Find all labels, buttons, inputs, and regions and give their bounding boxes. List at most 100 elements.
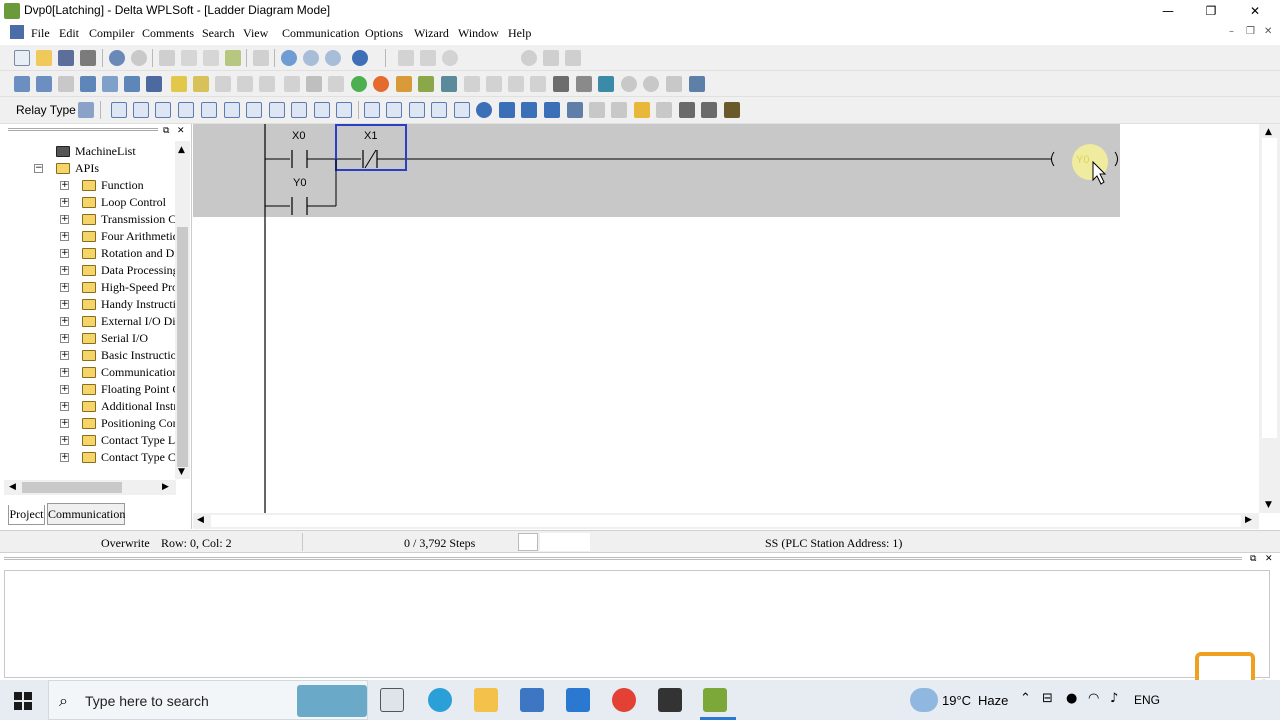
edit-online-icon[interactable] <box>530 76 546 92</box>
menu-comments[interactable]: Comments <box>142 26 194 41</box>
monitor-start-icon[interactable] <box>396 76 412 92</box>
output-area[interactable] <box>4 570 1270 678</box>
tab-project[interactable]: Project <box>8 505 45 525</box>
recorder-icon[interactable] <box>658 688 682 712</box>
save-icon[interactable] <box>58 50 74 66</box>
expand-icon[interactable]: + <box>60 215 69 224</box>
print-icon[interactable] <box>80 50 96 66</box>
info-icon[interactable] <box>442 50 458 66</box>
edit-comment-icon[interactable] <box>102 76 118 92</box>
menu-view[interactable]: View <box>243 26 268 41</box>
weather-condition[interactable]: Haze <box>978 693 1008 708</box>
compile-icon[interactable] <box>398 50 414 66</box>
expand-icon[interactable]: + <box>60 385 69 394</box>
tree-item[interactable]: + Positioning Con <box>4 415 176 432</box>
panel-close-button[interactable]: ✕ <box>177 126 187 136</box>
table-icon[interactable] <box>146 76 162 92</box>
task-view-icon[interactable] <box>380 688 404 712</box>
menu-options[interactable]: Options <box>365 26 403 41</box>
tree-item[interactable]: + High-Speed Pro <box>4 279 176 296</box>
panel-float-button[interactable]: ⧉ <box>163 126 173 136</box>
f8-icon[interactable] <box>269 102 285 118</box>
restore-button[interactable]: ❐ <box>1188 0 1234 22</box>
monitor-stop-icon[interactable] <box>418 76 434 92</box>
paste-icon[interactable] <box>203 50 219 66</box>
weather-temperature[interactable]: 19°C <box>942 693 971 708</box>
tree-item[interactable]: + Basic Instructio <box>4 347 176 364</box>
editor-vertical-thumb[interactable] <box>1262 138 1277 438</box>
tree-item[interactable]: + Handy Instructi <box>4 296 176 313</box>
compare-icon[interactable] <box>284 76 300 92</box>
pid-icon[interactable] <box>499 102 515 118</box>
tree-item[interactable]: + Transmission C <box>4 211 176 228</box>
editor-vertical-scrollbar[interactable]: ▲ ▼ <box>1259 124 1280 513</box>
tree-item[interactable]: + Serial I/O <box>4 330 176 347</box>
chevron-up-icon[interactable]: ⌃ <box>1020 691 1031 706</box>
upload-icon[interactable] <box>215 76 231 92</box>
mcr-icon[interactable] <box>611 102 627 118</box>
tree-item[interactable]: + Additional Instr <box>4 398 176 415</box>
api-icon[interactable] <box>521 102 537 118</box>
store-icon[interactable] <box>520 688 544 712</box>
output-close-button[interactable]: ✕ <box>1265 554 1273 564</box>
write-icon[interactable] <box>193 76 209 92</box>
device-icon[interactable] <box>328 76 344 92</box>
tree-item[interactable]: + Four Arithmetic <box>4 228 176 245</box>
expand-icon[interactable]: + <box>60 351 69 360</box>
align-icon[interactable] <box>689 76 705 92</box>
device-comment-icon[interactable] <box>80 76 96 92</box>
menu-edit[interactable]: Edit <box>59 26 79 41</box>
force-icon[interactable] <box>441 76 457 92</box>
zoom-icon[interactable] <box>281 50 297 66</box>
menu-file[interactable]: File <box>31 26 50 41</box>
vertical-line-icon[interactable] <box>431 102 447 118</box>
tree-item[interactable]: + Communication <box>4 364 176 381</box>
cut-icon[interactable] <box>159 50 175 66</box>
stop-icon[interactable] <box>521 50 537 66</box>
download-icon[interactable] <box>237 76 253 92</box>
f4-contact-icon[interactable] <box>178 102 194 118</box>
expand-icon[interactable]: + <box>60 317 69 326</box>
waveform-icon[interactable] <box>544 102 560 118</box>
relay-type-icon[interactable] <box>78 102 94 118</box>
f3-contact-icon[interactable] <box>155 102 171 118</box>
f12-icon[interactable] <box>336 102 352 118</box>
redo-icon[interactable] <box>131 50 147 66</box>
expand-icon[interactable]: + <box>60 249 69 258</box>
editor-horizontal-thumb[interactable] <box>211 515 1241 527</box>
windows-start-icon[interactable] <box>14 692 32 710</box>
tree-horizontal-thumb[interactable] <box>22 482 122 493</box>
expand-icon[interactable]: + <box>60 368 69 377</box>
expand-icon[interactable]: + <box>60 453 69 462</box>
set-off-icon[interactable] <box>486 76 502 92</box>
tree-vertical-thumb[interactable] <box>177 227 188 467</box>
mail-icon[interactable] <box>566 688 590 712</box>
f6-coil-icon[interactable] <box>224 102 240 118</box>
instruction-mode-icon[interactable] <box>36 76 52 92</box>
plc-icon[interactable] <box>306 76 322 92</box>
print-setup-icon[interactable] <box>666 76 682 92</box>
collapse-icon[interactable]: − <box>34 164 43 173</box>
expand-icon[interactable]: + <box>60 436 69 445</box>
tree-item[interactable]: + Contact Type C <box>4 449 176 466</box>
stop-plc-icon[interactable] <box>373 76 389 92</box>
help-icon[interactable] <box>352 50 368 66</box>
pn-contact-icon[interactable] <box>386 102 402 118</box>
tree-item[interactable]: + Floating Point C <box>4 381 176 398</box>
row-delete-icon[interactable] <box>701 102 717 118</box>
list-view-icon[interactable] <box>553 76 569 92</box>
file-explorer-icon[interactable] <box>474 688 498 712</box>
expand-icon[interactable]: + <box>60 198 69 207</box>
step-ladder-icon[interactable] <box>567 102 583 118</box>
sfc-mode-icon[interactable] <box>58 76 74 92</box>
tree-item[interactable]: + Data Processing <box>4 262 176 279</box>
expand-icon[interactable]: + <box>60 334 69 343</box>
wplsoft-taskbar-icon[interactable] <box>703 688 727 712</box>
menu-compiler[interactable]: Compiler <box>89 26 134 41</box>
child-restore-button[interactable]: ❐ <box>1246 26 1255 37</box>
tree-horizontal-scrollbar[interactable]: ◀ ▶ <box>4 480 176 495</box>
expand-icon[interactable]: + <box>60 266 69 275</box>
open-file-icon[interactable] <box>36 50 52 66</box>
window-icon[interactable] <box>576 76 592 92</box>
tree-item[interactable]: + Loop Control <box>4 194 176 211</box>
